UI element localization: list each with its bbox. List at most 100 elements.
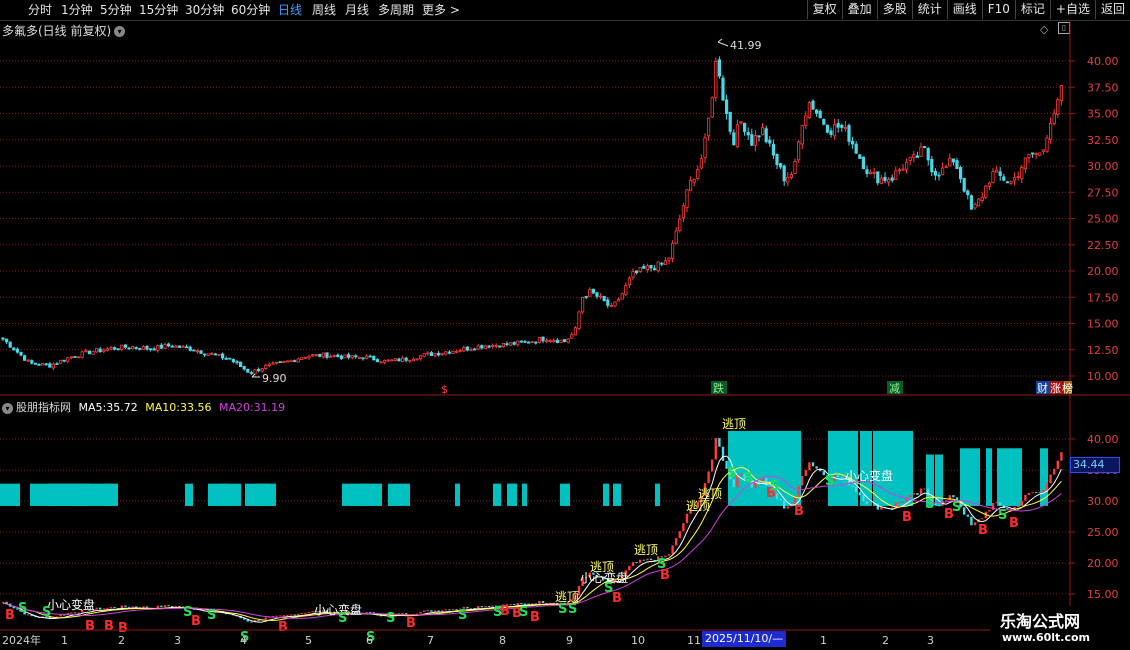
candle bbox=[955, 158, 959, 169]
ind-candle bbox=[952, 495, 955, 498]
y-tick-label: 40.00 bbox=[1087, 55, 1119, 68]
candle-body bbox=[177, 345, 181, 348]
event-mark-list[interactable]: 榜 bbox=[1062, 381, 1073, 395]
ind-candle bbox=[1, 601, 5, 603]
change-warning-label: 小心变盘 bbox=[845, 468, 893, 483]
cursor-date-label: 2025/11/10/— bbox=[702, 631, 787, 647]
candle bbox=[987, 181, 992, 190]
event-mark-reduce[interactable]: 减 bbox=[887, 381, 903, 395]
candle bbox=[26, 359, 30, 362]
candle bbox=[620, 292, 624, 300]
candle bbox=[8, 341, 12, 348]
candle bbox=[516, 340, 520, 347]
candle-body bbox=[969, 195, 974, 210]
candle-body bbox=[8, 341, 12, 348]
sell-signal: S bbox=[458, 608, 467, 623]
ind-candle bbox=[178, 606, 181, 608]
candle bbox=[429, 350, 434, 357]
event-mark-fall[interactable]: 跌 bbox=[711, 381, 727, 395]
candle bbox=[548, 338, 552, 344]
candle bbox=[696, 165, 700, 181]
candle bbox=[357, 356, 362, 360]
candle bbox=[303, 356, 308, 359]
candle-body bbox=[274, 361, 279, 364]
candle bbox=[285, 360, 290, 363]
candle-body bbox=[264, 364, 268, 369]
candle-body bbox=[483, 345, 488, 349]
candle-body bbox=[1013, 177, 1017, 181]
buy-signal: B bbox=[530, 610, 540, 625]
candle bbox=[1020, 164, 1024, 183]
candle-body bbox=[955, 160, 959, 169]
candle bbox=[599, 292, 603, 300]
ind-candle bbox=[1020, 500, 1023, 506]
candle-body bbox=[69, 356, 73, 359]
ind-candle bbox=[99, 607, 102, 610]
candle bbox=[1023, 157, 1027, 174]
ind-candle bbox=[289, 614, 293, 616]
candle-body bbox=[260, 368, 264, 372]
watermark-url: www.60lt.com bbox=[1002, 631, 1091, 644]
candle-body bbox=[113, 347, 117, 350]
candle-body bbox=[307, 355, 311, 359]
candle-body bbox=[663, 260, 668, 265]
candle bbox=[735, 119, 740, 149]
candle bbox=[465, 346, 470, 352]
buy-signal: B bbox=[902, 510, 912, 525]
candle bbox=[573, 326, 578, 336]
candle bbox=[865, 165, 869, 178]
candle bbox=[822, 118, 826, 126]
candle-body bbox=[422, 353, 426, 357]
candle bbox=[642, 263, 646, 269]
chevron-down-icon[interactable]: ▾ bbox=[2, 402, 13, 414]
candle bbox=[905, 158, 909, 174]
ind-candle bbox=[631, 562, 635, 566]
candle-body bbox=[202, 353, 207, 356]
candle bbox=[527, 341, 531, 344]
candle-body bbox=[512, 342, 516, 345]
ind-candle bbox=[718, 438, 721, 447]
candle bbox=[249, 370, 253, 376]
candle-body bbox=[563, 339, 567, 342]
candle bbox=[1, 337, 5, 342]
candle bbox=[768, 135, 772, 148]
candle-body bbox=[429, 352, 434, 357]
main-y-axis: 40.00 37.50 35.00 32.50 30.00 27.50 25.00 22.50… bbox=[1070, 55, 1119, 383]
y-tick-label: 15.00 bbox=[1087, 318, 1119, 331]
candle bbox=[271, 361, 275, 366]
candle bbox=[1034, 152, 1038, 159]
candle-body bbox=[757, 135, 761, 138]
candle-body bbox=[62, 359, 66, 362]
candle bbox=[170, 344, 174, 348]
ind-candle bbox=[635, 562, 638, 564]
candle-body bbox=[397, 358, 401, 362]
signal-bar bbox=[455, 483, 460, 506]
candle-body bbox=[105, 348, 109, 351]
candle bbox=[336, 353, 340, 358]
y-tick-label: 32.50 bbox=[1087, 134, 1119, 147]
candle bbox=[728, 111, 732, 135]
candle bbox=[346, 352, 351, 360]
candle bbox=[563, 339, 567, 343]
candle-body bbox=[685, 189, 689, 208]
candle-body bbox=[897, 169, 902, 172]
candle-body bbox=[768, 139, 772, 144]
candle-body bbox=[858, 154, 862, 159]
ind-candle bbox=[520, 603, 523, 605]
event-mark-fin[interactable]: 财 bbox=[1036, 381, 1050, 395]
candle bbox=[836, 119, 840, 133]
candle-body bbox=[213, 353, 217, 356]
candle bbox=[811, 99, 815, 110]
candle-body bbox=[346, 354, 351, 358]
candle bbox=[253, 369, 257, 375]
ind-candle bbox=[1053, 468, 1056, 475]
candle bbox=[44, 362, 48, 366]
ind-candle bbox=[757, 481, 761, 483]
event-mark[interactable]: $ bbox=[441, 383, 448, 396]
ind-candle bbox=[135, 606, 138, 608]
candle-body bbox=[933, 170, 938, 176]
candle-body bbox=[501, 342, 506, 348]
candle-body bbox=[793, 160, 797, 174]
candle-body bbox=[681, 205, 686, 219]
candle-body bbox=[732, 132, 736, 146]
